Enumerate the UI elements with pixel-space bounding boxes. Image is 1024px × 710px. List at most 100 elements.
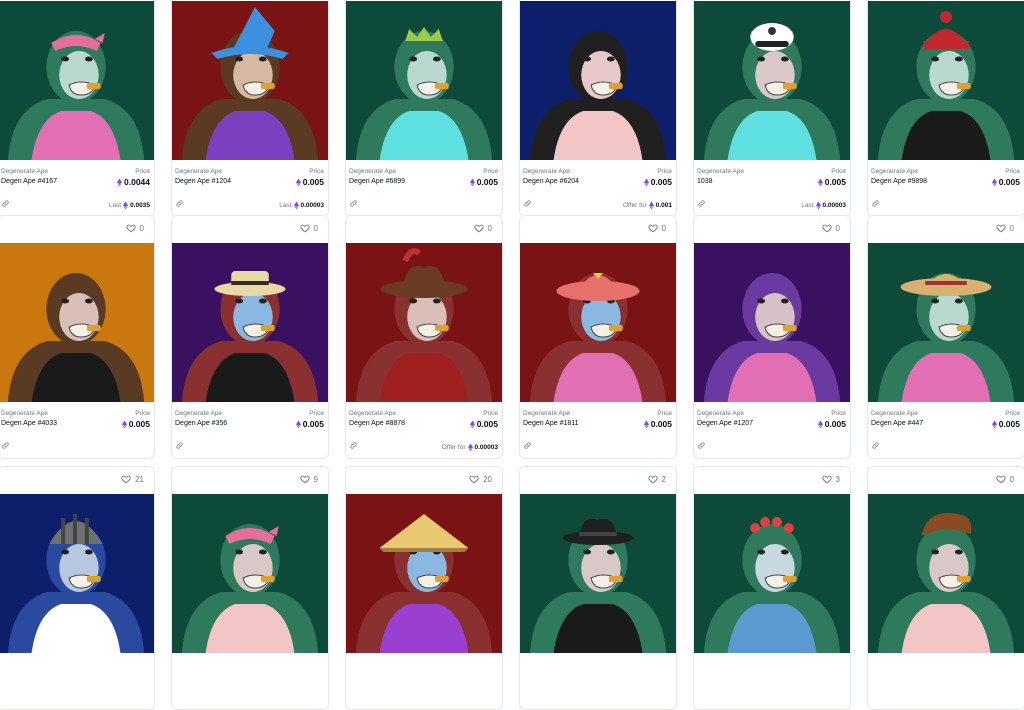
price-value: 0.005 — [643, 419, 672, 429]
nft-image[interactable] — [520, 243, 676, 402]
nft-name[interactable]: Degen Ape #1811 — [523, 420, 579, 427]
nft-card[interactable]: Degenerate Ape Price Degen Ape #4167 0.0044… — [0, 0, 155, 217]
price-value: 0.005 — [817, 177, 846, 187]
nft-card[interactable]: 0 Degenerate Ape Price Degen Ape #1811 0.005 — [519, 215, 677, 459]
favorite-button[interactable]: 2 — [647, 474, 666, 484]
nft-name[interactable]: Degen Ape #6899 — [349, 178, 405, 185]
nft-card[interactable]: 20 — [345, 466, 503, 710]
price-amount: 0.005 — [302, 419, 324, 429]
price-amount: 0.0044 — [124, 177, 150, 187]
favorite-button[interactable]: 0 — [995, 474, 1014, 484]
nft-image[interactable] — [346, 1, 502, 160]
nft-name[interactable]: Degen Ape #9898 — [871, 178, 927, 185]
collection-name[interactable]: Degenerate Ape — [871, 410, 918, 417]
nft-name[interactable]: Degen Ape #447 — [871, 420, 923, 427]
nft-image[interactable] — [694, 494, 850, 653]
chain-link-icon — [697, 441, 706, 452]
nft-card[interactable]: Degenerate Ape Price Degen Ape #6899 0.005 — [345, 0, 503, 217]
collection-name[interactable]: Degenerate Ape — [349, 168, 396, 175]
nft-card[interactable]: 0 Degenerate Ape Price Degen Ape #4033 0.005 — [0, 215, 155, 459]
nft-image[interactable] — [172, 1, 328, 160]
collection-name[interactable]: Degenerate Ape — [697, 168, 744, 175]
price-amount: 0.005 — [476, 419, 498, 429]
nft-card[interactable]: 0 Degenerate Ape Price Degen Ape #447 0.005 — [867, 215, 1024, 459]
nft-image[interactable] — [694, 1, 850, 160]
price-amount: 0.005 — [302, 177, 324, 187]
price-value: 0.0044 — [117, 177, 150, 187]
eth-icon — [295, 420, 301, 429]
card-info: Degenerate Ape Price Degen Ape #8878 0.005 O… — [346, 402, 502, 458]
favorite-button[interactable]: 0 — [821, 223, 840, 233]
favorite-button[interactable]: 3 — [821, 474, 840, 484]
favorite-button[interactable]: 0 — [995, 223, 1014, 233]
nft-name[interactable]: Degen Ape #1207 — [697, 420, 753, 427]
footer-label: Offer for — [441, 444, 466, 451]
nft-name[interactable]: Degen Ape #6204 — [523, 178, 579, 185]
favorite-button[interactable]: 9 — [299, 474, 318, 484]
favorite-button[interactable]: 21 — [121, 474, 144, 484]
chain-link-icon — [871, 199, 880, 210]
nft-card[interactable]: 21 — [0, 466, 155, 710]
nft-card[interactable]: 0 Degenerate Ape Price Degen Ape #8878 0.005… — [345, 215, 503, 459]
card-info: Degenerate Ape Price Degen Ape #1811 0.005 — [520, 402, 676, 458]
nft-image[interactable] — [0, 494, 154, 653]
favorite-button[interactable]: 0 — [125, 223, 144, 233]
nft-name[interactable]: Degen Ape #1204 — [175, 178, 231, 185]
collection-name[interactable]: Degenerate Ape — [523, 168, 570, 175]
nft-name[interactable]: Degen Ape #8878 — [349, 420, 405, 427]
nft-card[interactable]: 9 — [171, 466, 329, 710]
price-label: Price — [483, 168, 498, 175]
nft-card[interactable]: 0 Degenerate Ape Price Degen Ape #1207 0.005 — [693, 215, 851, 459]
nft-card[interactable]: Degenerate Ape Price Degen Ape #9898 0.005 — [867, 0, 1024, 217]
card-header: 0 — [520, 216, 676, 243]
nft-name[interactable]: Degen Ape #4033 — [1, 420, 57, 427]
nft-image[interactable] — [0, 243, 154, 402]
nft-card[interactable]: 3 — [693, 466, 851, 710]
nft-card[interactable]: Degenerate Ape Price Degen Ape #1204 0.005 L… — [171, 0, 329, 217]
price-value: 0.005 — [295, 177, 324, 187]
collection-name[interactable]: Degenerate Ape — [175, 410, 222, 417]
eth-icon — [123, 201, 129, 210]
eth-icon — [293, 201, 299, 210]
favorite-count: 0 — [313, 223, 318, 233]
collection-name[interactable]: Degenerate Ape — [349, 410, 396, 417]
nft-image[interactable] — [868, 494, 1024, 653]
card-header: 9 — [172, 467, 328, 494]
nft-image[interactable] — [346, 243, 502, 402]
collection-name[interactable]: Degenerate Ape — [175, 168, 222, 175]
favorite-button[interactable]: 20 — [469, 474, 492, 484]
footer-label: Last — [108, 202, 122, 209]
favorite-button[interactable]: 0 — [299, 223, 318, 233]
chain-link-icon — [349, 199, 358, 210]
collection-name[interactable]: Degenerate Ape — [1, 168, 48, 175]
favorite-button[interactable]: 0 — [647, 223, 666, 233]
price-amount: 0.005 — [650, 177, 672, 187]
nft-name[interactable]: Degen Ape #356 — [175, 420, 227, 427]
nft-card[interactable]: 2 — [519, 466, 677, 710]
card-info: Degenerate Ape Price Degen Ape #1207 0.005 — [694, 402, 850, 458]
nft-image[interactable] — [868, 1, 1024, 160]
eth-icon — [467, 443, 473, 452]
footer-label: Offer for — [622, 202, 647, 209]
nft-image[interactable] — [520, 1, 676, 160]
nft-card[interactable]: 0 — [867, 466, 1024, 710]
nft-image[interactable] — [694, 243, 850, 402]
nft-card[interactable]: 0 Degenerate Ape Price Degen Ape #356 0.005 — [171, 215, 329, 459]
collection-name[interactable]: Degenerate Ape — [523, 410, 570, 417]
favorite-button[interactable]: 0 — [473, 223, 492, 233]
nft-image[interactable] — [346, 494, 502, 653]
collection-name[interactable]: Degenerate Ape — [871, 168, 918, 175]
collection-name[interactable]: Degenerate Ape — [1, 410, 48, 417]
collection-name[interactable]: Degenerate Ape — [697, 410, 744, 417]
nft-card[interactable]: Degenerate Ape Price 1038 0.005 Last 0.00003 — [693, 0, 851, 217]
nft-image[interactable] — [520, 494, 676, 653]
nft-name[interactable]: Degen Ape #4167 — [1, 178, 57, 185]
nft-image[interactable] — [172, 243, 328, 402]
nft-image[interactable] — [172, 494, 328, 653]
nft-card[interactable]: Degenerate Ape Price Degen Ape #6204 0.005 O… — [519, 0, 677, 217]
nft-name[interactable]: 1038 — [697, 178, 713, 185]
nft-image[interactable] — [0, 1, 154, 160]
nft-image[interactable] — [868, 243, 1024, 402]
price-label: Price — [135, 168, 150, 175]
favorite-count: 0 — [1009, 474, 1014, 484]
